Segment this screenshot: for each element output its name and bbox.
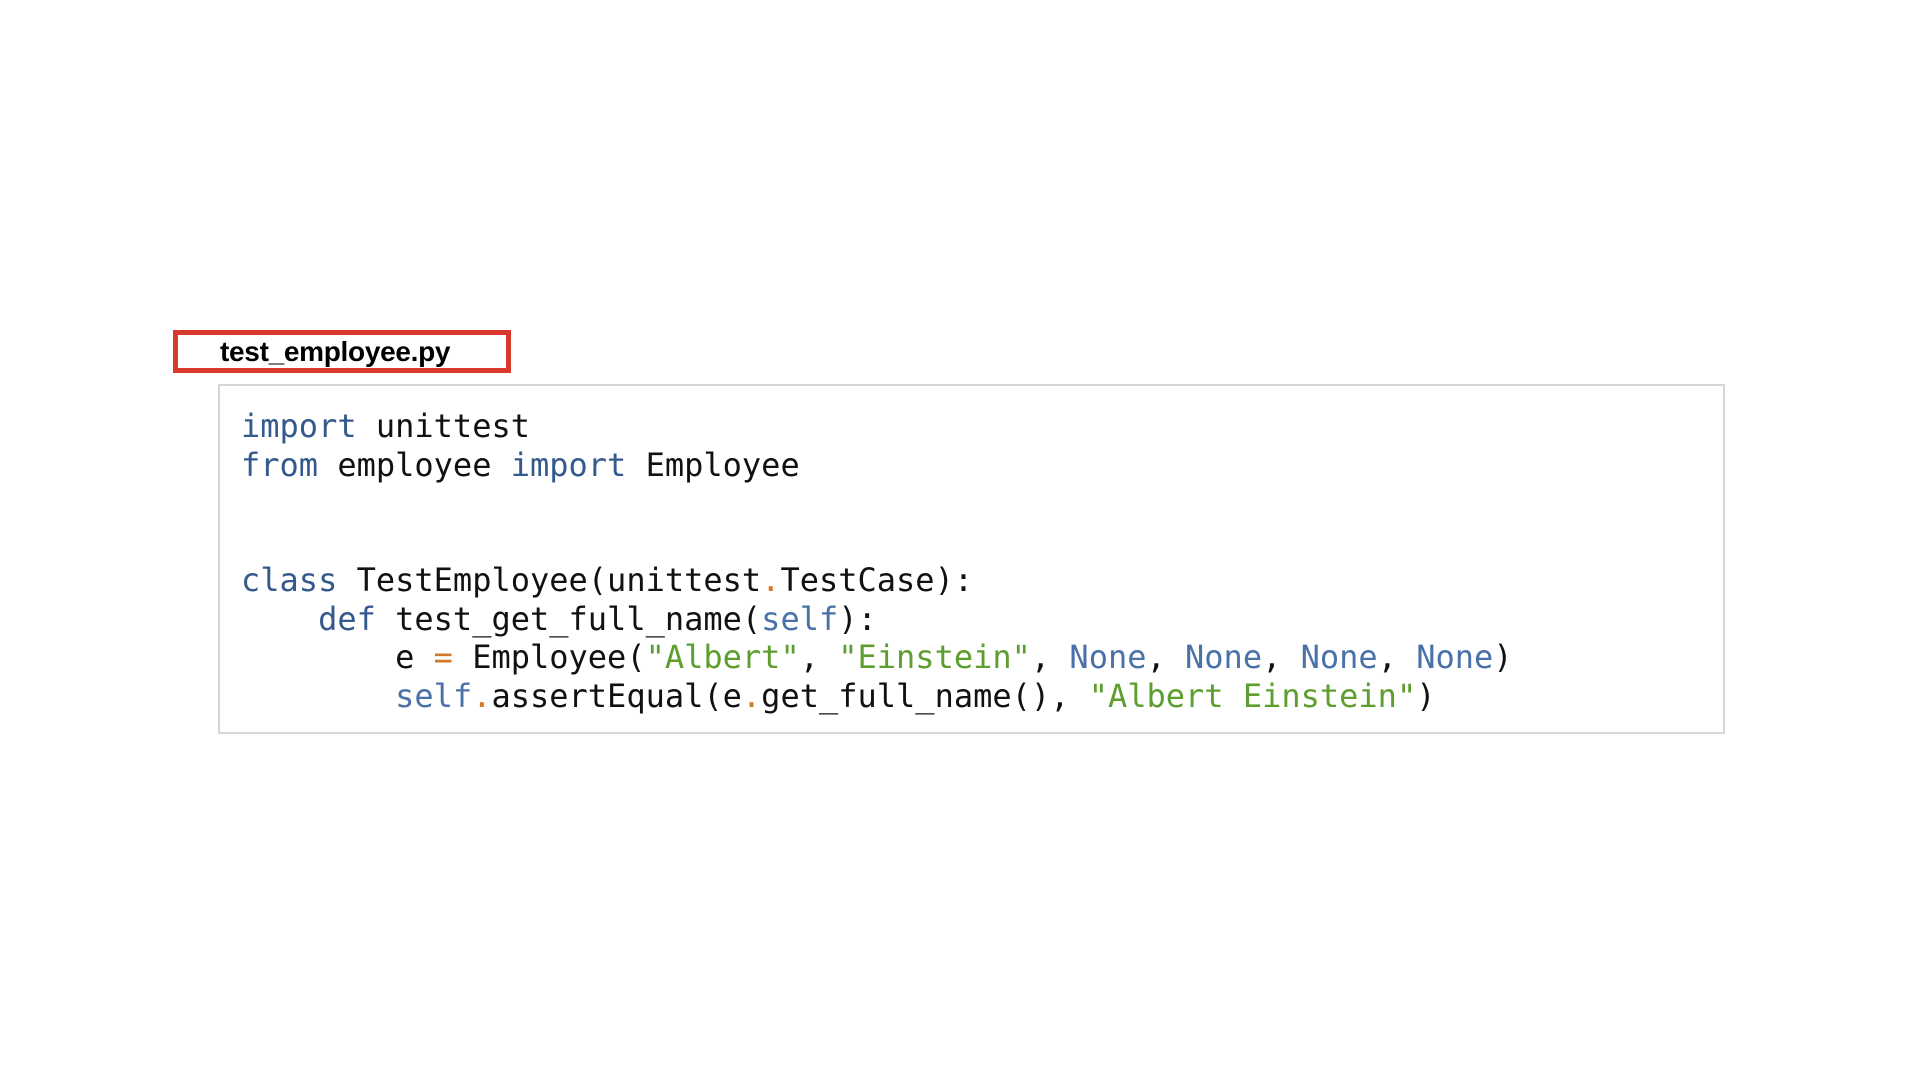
code-token: , (1377, 638, 1417, 676)
code-token: . (761, 561, 781, 599)
code-token: import (510, 445, 627, 484)
code-token: "Albert" (645, 638, 800, 676)
code-content: import unittest from employee import Empl… (241, 407, 1723, 715)
code-token: test_get_full_name( (375, 599, 762, 638)
code-token: , (1146, 638, 1186, 676)
code-token: None (1300, 638, 1378, 676)
code-token: employee (318, 445, 511, 484)
code-line: import unittest (241, 407, 1723, 446)
code-token: "Albert Einstein" (1088, 676, 1417, 715)
code-line: e = Employee("Albert", "Einstein", None,… (241, 638, 1723, 677)
code-token: get_full_name(), (761, 676, 1089, 715)
code-token: . (472, 676, 492, 715)
code-token: from (241, 445, 319, 484)
code-token: assertEqual(e (491, 676, 742, 715)
code-token: TestCase): (780, 561, 974, 599)
code-token: ) (1493, 638, 1513, 676)
code-line: class TestEmployee(unittest.TestCase): (241, 561, 1723, 600)
code-token: None (1069, 638, 1147, 676)
file-name-label: test_employee.py (173, 330, 511, 373)
code-token: None (1185, 638, 1263, 676)
code-token: import (241, 407, 357, 445)
code-line: self.assertEqual(e.get_full_name(), "Alb… (241, 677, 1723, 716)
code-token: e (241, 638, 434, 676)
code-token: Employee( (452, 638, 646, 676)
file-name-text: test_employee.py (220, 335, 451, 367)
code-token: = (433, 638, 453, 676)
code-token: unittest (356, 407, 530, 445)
code-token: , (1030, 638, 1070, 676)
code-token: . (741, 676, 762, 715)
code-token: "Einstein" (838, 638, 1031, 676)
code-token: TestEmployee(unittest (337, 561, 762, 599)
code-line: from employee import Employee (241, 446, 1723, 485)
code-token: , (1262, 638, 1301, 676)
code-token: self (395, 676, 473, 715)
code-token: class (241, 561, 338, 599)
code-token: self (761, 599, 839, 638)
code-token: ): (838, 599, 877, 638)
code-token: , (799, 638, 839, 676)
code-token: def (318, 599, 376, 638)
code-token: None (1416, 638, 1494, 676)
code-line: def test_get_full_name(self): (241, 600, 1723, 639)
code-block: import unittest from employee import Empl… (218, 384, 1725, 734)
code-token: Employee (626, 445, 800, 484)
code-token: ) (1416, 676, 1436, 715)
